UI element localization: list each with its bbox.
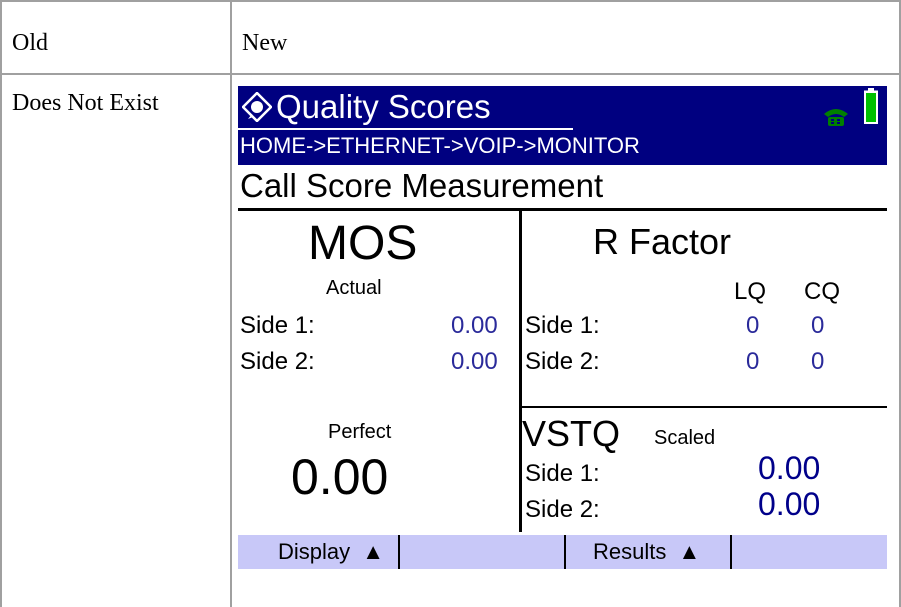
vstq-rule bbox=[521, 406, 887, 408]
phone-icon bbox=[824, 109, 848, 126]
display-softkey[interactable]: Display ▲ bbox=[278, 535, 384, 569]
display-softkey-label: Display bbox=[278, 539, 351, 564]
table-border-left bbox=[0, 0, 2, 607]
mos-perfect-value: 0.00 bbox=[291, 449, 389, 505]
header-new: New bbox=[242, 30, 288, 56]
rfactor-side1-lq: 0 bbox=[746, 312, 760, 339]
title-underline bbox=[238, 128, 573, 130]
table-border-top bbox=[0, 0, 901, 2]
battery-icon bbox=[864, 88, 878, 124]
title-bar: Quality Scores HOME->ETHERNET->VOIP->MON… bbox=[238, 86, 887, 165]
vstq-side1-value: 0.00 bbox=[758, 450, 821, 486]
vstq-scaled-label: Scaled bbox=[654, 427, 716, 449]
device-screen: Quality Scores HOME->ETHERNET->VOIP->MON… bbox=[238, 86, 887, 599]
breadcrumb: HOME->ETHERNET->VOIP->MONITOR bbox=[240, 133, 640, 158]
header-old: Old bbox=[12, 30, 48, 56]
cell-does-not-exist: Does Not Exist bbox=[12, 90, 159, 116]
vstq-heading: VSTQ bbox=[522, 413, 621, 454]
quality-scores-icon bbox=[242, 92, 272, 122]
softkey-divider-1 bbox=[398, 535, 400, 569]
rfactor-side2-label: Side 2: bbox=[525, 348, 600, 375]
display-arrow-icon: ▲ bbox=[362, 539, 385, 564]
results-softkey-label: Results bbox=[593, 539, 667, 564]
mos-side1-value: 0.00 bbox=[451, 312, 498, 339]
section-title: Call Score Measurement bbox=[240, 167, 604, 204]
vstq-side2-value: 0.00 bbox=[758, 486, 821, 522]
softkey-divider-3 bbox=[730, 535, 732, 569]
table-border-row bbox=[0, 73, 901, 75]
rfactor-side1-label: Side 1: bbox=[525, 312, 600, 339]
rfactor-col-cq: CQ bbox=[804, 278, 840, 305]
vstq-side2-label: Side 2: bbox=[525, 496, 600, 523]
rfactor-side2-cq: 0 bbox=[811, 348, 825, 375]
table-border-mid bbox=[230, 0, 232, 607]
mos-side2-label: Side 2: bbox=[240, 348, 315, 375]
results-arrow-icon: ▲ bbox=[678, 539, 701, 564]
vstq-side1-label: Side 1: bbox=[525, 460, 600, 487]
rfactor-side2-lq: 0 bbox=[746, 348, 760, 375]
mos-perfect-label: Perfect bbox=[328, 421, 392, 443]
rfactor-side1-cq: 0 bbox=[811, 312, 825, 339]
mos-heading: MOS bbox=[308, 217, 418, 270]
softkey-bar: Display ▲ Results ▲ bbox=[238, 535, 887, 569]
results-softkey[interactable]: Results ▲ bbox=[593, 535, 700, 569]
softkey-divider-2 bbox=[564, 535, 566, 569]
mos-side2-value: 0.00 bbox=[451, 348, 498, 375]
mos-side1-label: Side 1: bbox=[240, 312, 315, 339]
section-rule bbox=[238, 208, 887, 211]
rfactor-heading: R Factor bbox=[593, 221, 732, 262]
mos-actual-label: Actual bbox=[326, 277, 382, 299]
screen-title: Quality Scores bbox=[276, 88, 491, 125]
column-divider bbox=[519, 210, 522, 532]
rfactor-col-lq: LQ bbox=[734, 278, 767, 305]
